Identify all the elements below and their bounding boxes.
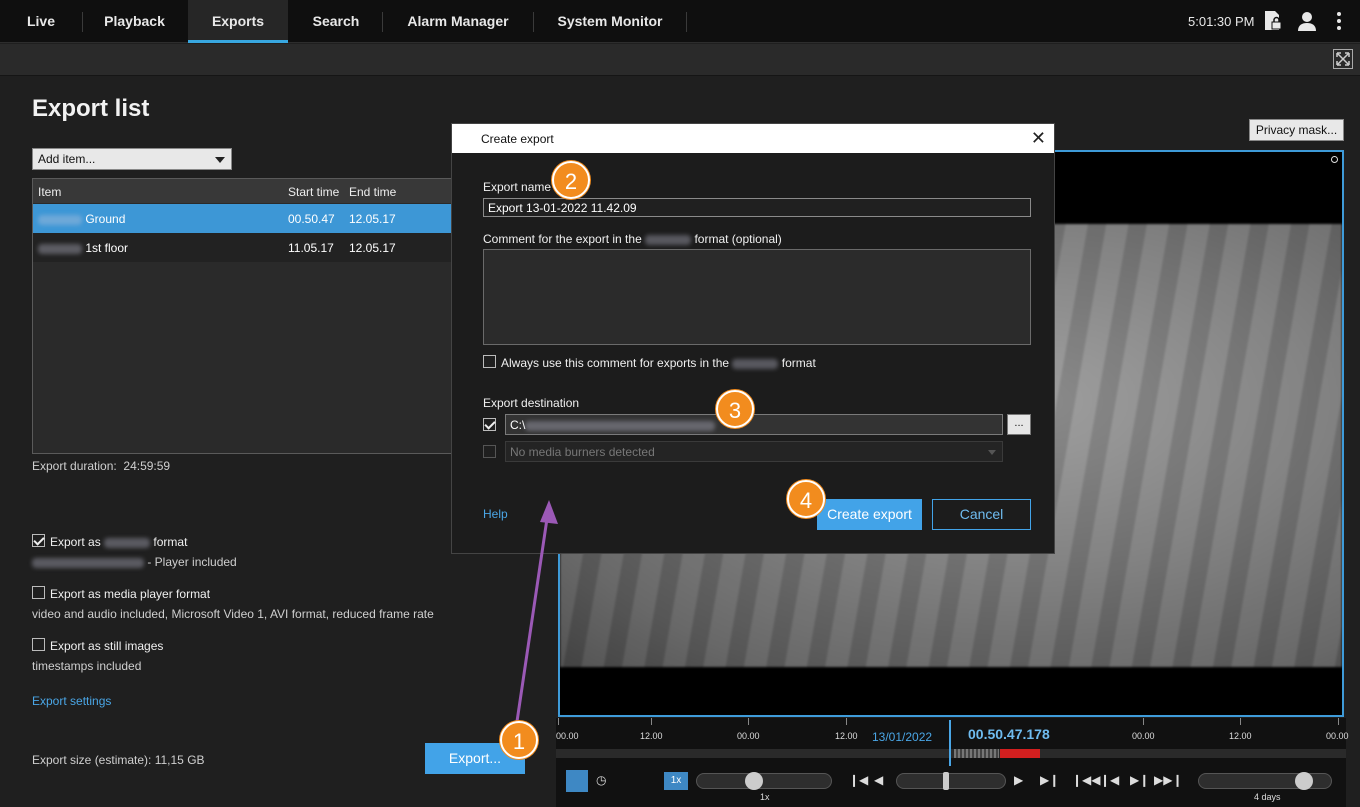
app-window: Live Playback Exports Search Alarm Manag… (0, 0, 1360, 807)
callout-1: 1 (500, 721, 538, 759)
annotation-arrow (513, 500, 558, 736)
callout-4: 4 (787, 480, 825, 518)
callout-2: 2 (552, 161, 590, 199)
callout-3: 3 (716, 390, 754, 428)
